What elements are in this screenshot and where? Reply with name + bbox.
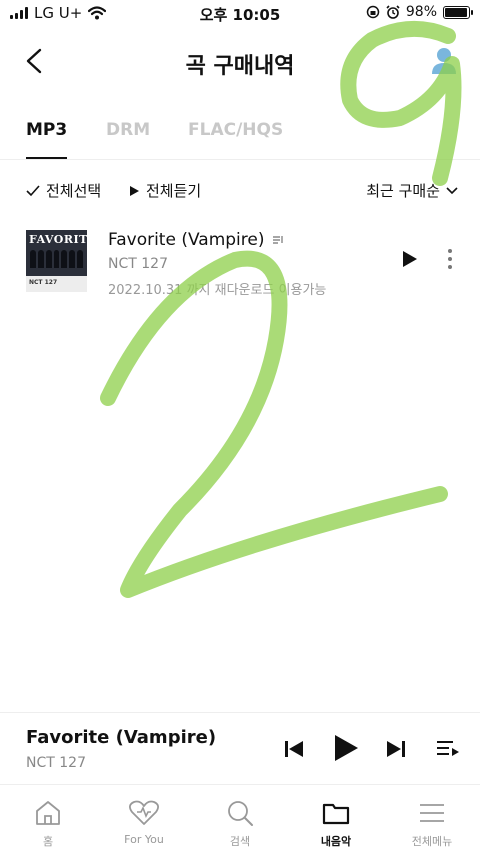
next-track-icon[interactable] (386, 739, 406, 759)
previous-track-icon[interactable] (284, 739, 304, 759)
playlist-icon[interactable] (436, 739, 460, 759)
profile-avatar-icon[interactable] (430, 46, 458, 76)
list-item[interactable]: FAVORITE NCT 127 Favorite (Vampire) NCT … (0, 228, 480, 298)
player-artist: NCT 127 (26, 755, 86, 771)
chevron-down-icon (446, 186, 458, 194)
select-all-label: 전체선택 (46, 182, 102, 200)
tabbar-label-my-music: 내음악 (320, 835, 352, 848)
track-artist: NCT 127 (108, 256, 168, 272)
album-cover-caption: NCT 127 (29, 279, 58, 286)
heart-icon (129, 800, 159, 825)
album-cover: FAVORITE NCT 127 (26, 230, 87, 292)
select-all-button[interactable]: 전체선택 (26, 180, 101, 201)
tab-flac-hqs[interactable]: FLAC/HQS (188, 120, 283, 140)
status-bar: LG U+ 오후 10:05 98% (0, 0, 480, 28)
menu-icon (420, 804, 444, 822)
sort-label: 최근 구매순 (366, 182, 440, 200)
tabbar-item-for-you[interactable]: For You (96, 785, 192, 854)
alarm-icon (386, 5, 400, 19)
tabbar-item-search[interactable]: 검색 (192, 785, 288, 854)
check-icon (26, 184, 40, 196)
play-all-label: 전체듣기 (146, 182, 202, 200)
page-title: 곡 구매내역 (185, 54, 295, 79)
tab-drm[interactable]: DRM (106, 120, 150, 140)
sort-dropdown[interactable]: 최근 구매순 (366, 180, 458, 201)
track-title: Favorite (Vampire) (108, 230, 284, 250)
album-cover-text: FAVORITE (29, 233, 87, 246)
redownload-expiry: 2022.10.31 까지 재다운로드 이용가능 (108, 283, 327, 298)
tab-mp3[interactable]: MP3 (26, 120, 68, 159)
player-title: Favorite (Vampire) (26, 727, 217, 748)
tabbar-label-for-you: For You (124, 833, 164, 846)
tabbar-item-all-menu[interactable]: 전체메뉴 (384, 785, 480, 854)
search-icon (228, 801, 253, 826)
home-icon (36, 801, 60, 825)
track-play-button[interactable] (398, 248, 420, 270)
tabbar-label-search: 검색 (229, 835, 251, 848)
bottom-tab-bar: 홈 For You 검색 내음악 전체메뉴 (0, 784, 480, 854)
play-pause-button[interactable] (330, 733, 360, 763)
battery-icon (443, 5, 473, 19)
battery-percent: 98% (405, 4, 437, 20)
tabbar-label-home: 홈 (42, 835, 54, 848)
album-cover-art (30, 250, 84, 268)
tabbar-item-my-music[interactable]: 내음악 (288, 785, 384, 854)
lyrics-icon (273, 235, 284, 244)
header: 곡 구매내역 (0, 38, 480, 84)
mini-player[interactable]: Favorite (Vampire) NCT 127 (0, 712, 480, 784)
track-title-text: Favorite (Vampire) (108, 230, 265, 250)
tabbar-item-home[interactable]: 홈 (0, 785, 96, 854)
status-right: 98% (366, 4, 473, 20)
folder-icon (322, 803, 350, 825)
list-actions: 전체선택 전체듣기 최근 구매순 (0, 176, 480, 202)
play-icon (130, 185, 139, 196)
tabbar-label-all-menu: 전체메뉴 (411, 835, 453, 848)
play-all-button[interactable]: 전체듣기 (128, 180, 201, 201)
album-cover-footer: NCT 127 (26, 276, 87, 292)
format-tabs: MP3 DRM FLAC/HQS (0, 112, 480, 160)
more-options-icon[interactable] (440, 248, 460, 270)
rotation-lock-icon (366, 5, 380, 19)
